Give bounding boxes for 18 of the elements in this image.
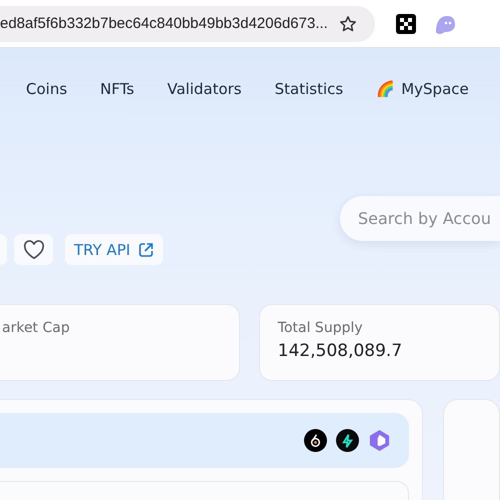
heart-icon xyxy=(22,240,44,260)
lightning-icon[interactable] xyxy=(336,429,360,452)
stat-label: Total Supply xyxy=(278,320,364,336)
extension-icon[interactable] xyxy=(396,14,416,34)
try-api-button[interactable]: TRY API xyxy=(65,234,164,265)
address-bar[interactable]: ed8af5f6b332b7bec64c840bb49bb3d4206d673... xyxy=(0,6,375,42)
stat-value: 142,508,089.7 xyxy=(278,341,404,361)
search-field[interactable]: Search by Accou xyxy=(340,196,500,241)
star-icon[interactable] xyxy=(339,14,357,32)
favorite-button[interactable] xyxy=(14,234,53,265)
nav-link[interactable]: 🌈 MySpace xyxy=(376,79,469,98)
nav-link[interactable]: NFTs xyxy=(100,79,134,98)
url-text: ed8af5f6b332b7bec64c840bb49bb3d4206d673... xyxy=(0,15,329,32)
stat-label: arket Cap xyxy=(2,320,71,336)
external-link-icon xyxy=(138,242,154,258)
nav-link[interactable]: Coins xyxy=(26,79,68,98)
nav-link[interactable]: Statistics xyxy=(274,79,344,98)
nav-link[interactable]: Validators xyxy=(167,79,242,98)
